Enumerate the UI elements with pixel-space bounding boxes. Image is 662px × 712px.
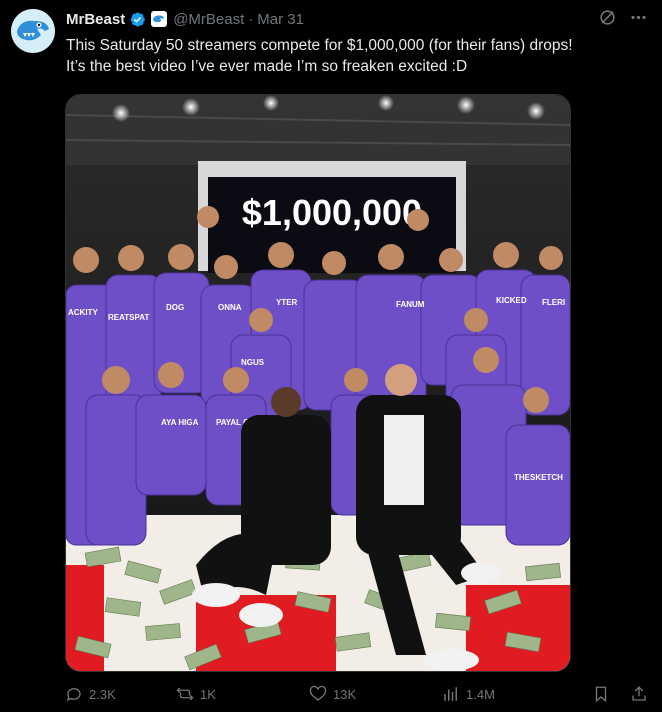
author-name[interactable]: MrBeast [66,11,125,28]
tweet-card[interactable]: MrBeast @MrBeast · Mar 31 This Saturday … [0,0,662,712]
jacket-label: KICKED [496,296,527,305]
tweet-header: MrBeast @MrBeast · Mar 31 [66,8,648,30]
streamers-group-photo: $1,000,000 ACKITY REATSPAT DOG ONNA YTER… [66,95,570,671]
verified-badge-icon[interactable] [129,11,146,28]
money-screen-text: $1,000,000 [242,192,422,233]
jacket-label: REATSPAT [108,313,149,322]
grok-icon[interactable] [598,8,617,31]
repost-icon [176,687,194,701]
more-options-icon[interactable] [629,8,648,31]
repost-button[interactable]: 1K [176,685,309,703]
views-button[interactable]: 1.4M [442,685,575,703]
author-handle[interactable]: @MrBeast [173,11,244,28]
jacket-label: AYA HIGA [161,418,199,427]
separator-dot: · [248,10,254,28]
tweet-text: This Saturday 50 streamers compete for $… [66,35,651,77]
tweet-photo[interactable]: $1,000,000 ACKITY REATSPAT DOG ONNA YTER… [65,94,571,672]
reply-icon [66,688,81,702]
bookmark-button[interactable] [592,685,610,703]
views-count: 1.4M [466,686,495,702]
tweet-date[interactable]: Mar 31 [257,11,304,28]
jacket-label: FLERI [542,298,565,307]
jacket-label: THESKETCH [514,473,563,482]
reply-button[interactable]: 2.3K [65,685,176,703]
jacket-label: DOG [166,303,184,312]
share-icon [632,686,646,701]
affiliate-badge-icon[interactable] [151,11,168,27]
share-button[interactable] [630,685,648,703]
mrbeast-logo-icon [11,9,55,53]
views-icon [444,687,457,701]
like-button[interactable]: 13K [309,685,442,703]
tweet-actions: 2.3K 1K 13K 1.4M [65,684,648,704]
tweet-text-line: This Saturday 50 streamers compete for $… [66,37,573,54]
like-count: 13K [333,686,357,702]
heart-icon [309,685,327,701]
jacket-label: FANUM [396,300,425,309]
jacket-label: ACKITY [68,308,98,317]
author-avatar[interactable] [11,9,55,53]
jacket-label: ONNA [218,303,242,312]
bookmark-icon [595,686,607,703]
jacket-label: YTER [276,298,298,307]
repost-count: 1K [200,686,216,702]
jacket-label: NGUS [241,358,265,367]
tweet-text-line: It’s the best video I’ve ever made I’m s… [66,58,468,75]
reply-count: 2.3K [89,686,116,702]
